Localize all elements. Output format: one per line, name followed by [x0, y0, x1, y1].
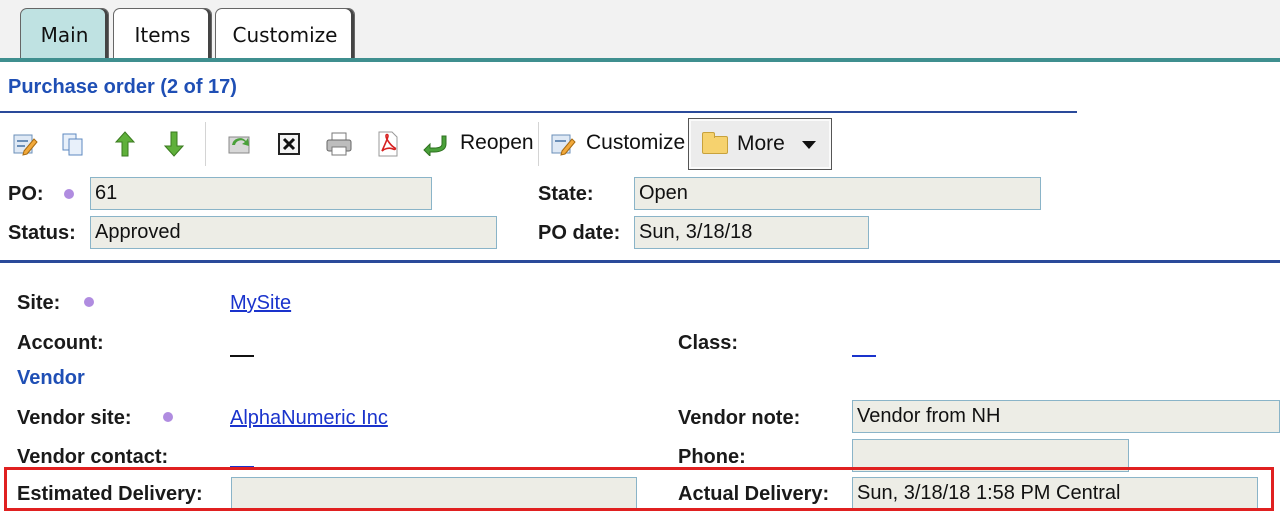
vendor-site-label: Vendor site: — [17, 407, 132, 429]
status-field[interactable]: Approved — [90, 216, 497, 249]
class-empty-link[interactable] — [852, 355, 876, 357]
reopen-icon[interactable] — [421, 128, 451, 160]
vendor-contact-label: Vendor contact: — [17, 446, 169, 468]
tab-items[interactable]: Items — [113, 8, 212, 60]
site-link[interactable]: MySite — [230, 292, 291, 315]
tab-underline — [0, 58, 1280, 62]
toolbar-separator — [205, 122, 206, 166]
vendor-site-link[interactable]: AlphaNumeric Inc — [230, 407, 388, 430]
po-date-label: PO date: — [538, 222, 621, 244]
pdf-icon[interactable] — [373, 128, 403, 160]
more-button[interactable]: More — [688, 118, 832, 170]
account-label: Account: — [17, 332, 104, 354]
edit-icon[interactable] — [10, 128, 40, 160]
vendor-section-heading: Vendor — [17, 367, 85, 389]
vendor-note-field[interactable]: Vendor from NH — [852, 400, 1280, 433]
tab-bar: Main Items Customize — [0, 0, 1280, 62]
delete-icon[interactable] — [274, 128, 304, 160]
title-divider — [0, 111, 1077, 113]
customize-button[interactable]: Customize — [586, 131, 685, 155]
required-indicator-icon — [84, 297, 94, 307]
account-empty-value[interactable] — [230, 355, 254, 357]
section-divider — [0, 260, 1280, 263]
class-label: Class: — [678, 332, 739, 354]
page-title: Purchase order (2 of 17) — [8, 76, 237, 98]
state-label: State: — [538, 183, 594, 205]
site-label: Site: — [17, 292, 61, 314]
reopen-button[interactable]: Reopen — [460, 131, 534, 155]
tab-main[interactable]: Main — [20, 8, 109, 60]
required-indicator-icon — [64, 189, 74, 199]
status-label: Status: — [8, 222, 76, 244]
arrow-up-icon[interactable] — [110, 128, 140, 160]
more-label: More — [737, 132, 785, 155]
phone-label: Phone: — [678, 446, 746, 468]
po-date-field[interactable]: Sun, 3/18/18 — [634, 216, 869, 249]
chevron-down-icon — [802, 141, 816, 149]
po-label: PO: — [8, 183, 44, 205]
folder-icon — [702, 132, 728, 154]
print-icon[interactable] — [324, 128, 354, 160]
state-field[interactable]: Open — [634, 177, 1041, 210]
arrow-down-icon[interactable] — [159, 128, 189, 160]
po-field[interactable]: 61 — [90, 177, 432, 210]
tab-customize[interactable]: Customize — [215, 8, 355, 60]
required-indicator-icon — [163, 412, 173, 422]
customize-icon[interactable] — [548, 128, 578, 160]
toolbar-separator — [538, 122, 539, 166]
highlight-box — [4, 467, 1274, 511]
refresh-icon[interactable] — [225, 128, 255, 160]
vendor-note-label: Vendor note: — [678, 407, 801, 429]
copy-icon[interactable] — [58, 128, 88, 160]
